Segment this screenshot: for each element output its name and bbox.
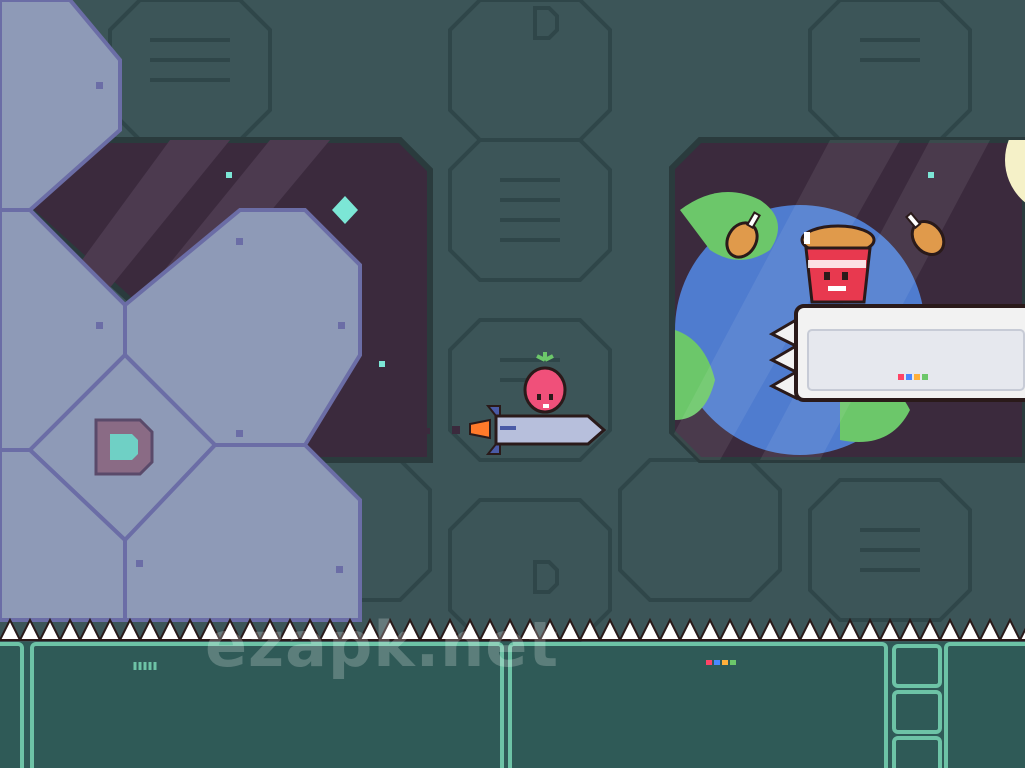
- player-eye: [549, 394, 553, 400]
- boss-eye: [824, 272, 830, 280]
- watermark: ezapk.net: [205, 608, 559, 681]
- player-eye: [537, 394, 541, 400]
- star-icon: [928, 172, 934, 178]
- boss-eye: [842, 272, 848, 280]
- boss-spiked-platform: [768, 304, 1025, 402]
- boss-mouth: [828, 286, 846, 291]
- star-icon: [226, 172, 232, 178]
- chicken-bucket-boss[interactable]: [800, 224, 876, 304]
- star-icon: [379, 361, 385, 367]
- letter-d-emblem-icon: [94, 418, 154, 476]
- game-scene: ezapk.net: [0, 0, 1025, 768]
